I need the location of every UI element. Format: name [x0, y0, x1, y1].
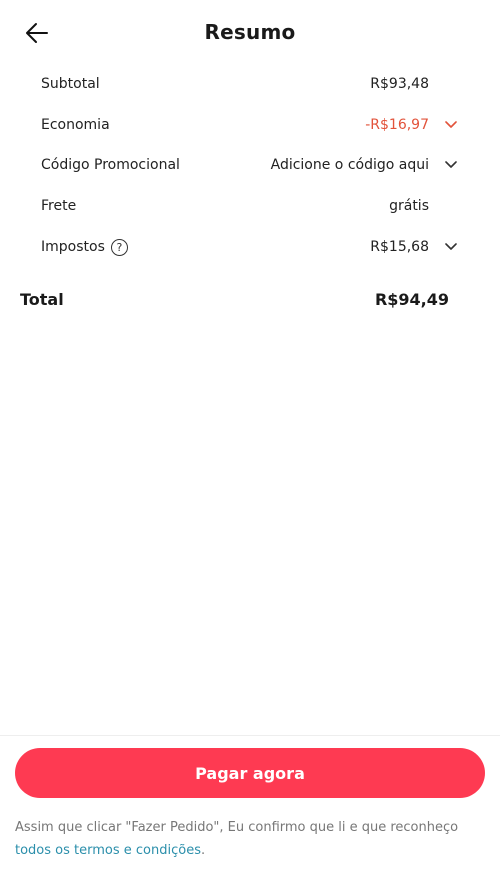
total-label: Total: [20, 290, 64, 309]
taxes-label-group: Impostos ?: [41, 238, 128, 256]
savings-label: Economia: [41, 117, 110, 133]
summary-row-shipping: Frete grátis: [0, 186, 500, 226]
promo-label: Código Promocional: [41, 157, 180, 173]
summary-row-promo[interactable]: Código Promocional Adicione o código aqu…: [0, 145, 500, 185]
page-title: Resumo: [204, 20, 296, 44]
summary-row-subtotal: Subtotal R$93,48: [0, 64, 500, 104]
top-bar: Resumo: [0, 0, 500, 64]
total-value: R$94,49: [374, 290, 449, 309]
taxes-value: R$15,68: [370, 239, 429, 255]
shipping-label: Frete: [41, 198, 77, 214]
footer-divider: [0, 735, 500, 736]
terms-link[interactable]: todos os termos e condições: [15, 843, 201, 858]
total-row: Total R$94,49: [0, 285, 500, 315]
taxes-label: Impostos: [41, 239, 105, 255]
chevron-down-icon[interactable]: [444, 158, 458, 172]
subtotal-label: Subtotal: [41, 76, 100, 92]
shipping-value: grátis: [389, 198, 429, 214]
promo-value[interactable]: Adicione o código aqui: [271, 157, 429, 173]
summary-row-taxes[interactable]: Impostos ? R$15,68: [0, 227, 500, 267]
chevron-down-icon[interactable]: [444, 118, 458, 132]
terms-body: Assim que clicar "Fazer Pedido", Eu conf…: [15, 820, 459, 835]
subtotal-value: R$93,48: [370, 76, 429, 92]
help-icon[interactable]: ?: [110, 238, 128, 256]
savings-value: -R$16,97: [365, 117, 429, 133]
pay-now-button[interactable]: Pagar agora: [15, 748, 485, 798]
summary-row-savings[interactable]: Economia -R$16,97: [0, 105, 500, 145]
terms-end: .: [200, 843, 206, 858]
terms-text: Assim que clicar "Fazer Pedido", Eu conf…: [15, 816, 487, 862]
chevron-down-icon[interactable]: [444, 240, 458, 254]
